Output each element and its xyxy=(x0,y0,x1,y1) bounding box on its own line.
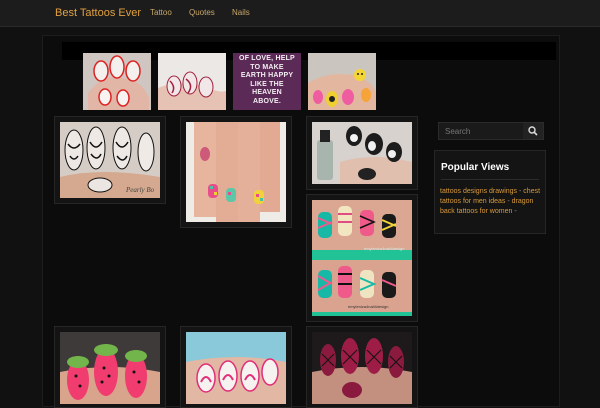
divider xyxy=(441,179,539,180)
quote-line: OF LOVE, HELP xyxy=(239,55,295,62)
post-card[interactable]: Pearly Bo xyxy=(54,116,166,204)
nail-art-image xyxy=(312,332,412,404)
image-watermark-text: emyleniza4nail4design xyxy=(364,246,404,251)
post-image xyxy=(186,122,286,222)
search-input[interactable] xyxy=(439,123,525,139)
featured-thumb-quote[interactable]: OF LOVE, HELP TO MAKE EARTH HAPPY LIKE T… xyxy=(233,53,301,110)
popular-views-list: tattoos designs drawings - chest tattoos… xyxy=(440,187,544,217)
link-separator: - xyxy=(514,208,517,215)
link-separator: - xyxy=(507,198,510,205)
image-watermark-text: emyleniza4nail4design xyxy=(348,304,388,309)
post-image: Pearly Bo xyxy=(60,122,160,198)
quote-text: OF LOVE, HELP TO MAKE EARTH HAPPY LIKE T… xyxy=(233,55,301,107)
search-icon xyxy=(528,126,538,136)
nail-art-image: emyleniza4nail4design emyleniza4nail4des… xyxy=(312,200,412,316)
nail-art-image xyxy=(158,53,226,110)
quote-line: EARTH HAPPY xyxy=(240,72,294,80)
featured-thumb-1[interactable] xyxy=(83,53,151,110)
nav-item-tattoo[interactable]: Tattoo xyxy=(150,8,172,17)
popular-views-widget: Popular Views tattoos designs drawings -… xyxy=(434,150,546,234)
post-card[interactable] xyxy=(180,326,292,408)
nail-art-image: Pearly Bo xyxy=(60,122,160,198)
post-card[interactable] xyxy=(180,116,292,228)
quote-line: TO MAKE xyxy=(250,63,284,71)
image-signature-text: Pearly Bo xyxy=(125,186,155,194)
quote-line: LIKE THE xyxy=(250,80,284,88)
nail-art-image xyxy=(312,122,412,184)
post-image xyxy=(312,122,412,184)
post-card[interactable]: emyleniza4nail4design emyleniza4nail4des… xyxy=(306,194,418,322)
nav-item-nails[interactable]: Nails xyxy=(232,8,250,17)
site-title[interactable]: Best Tattoos Ever xyxy=(55,7,141,19)
nail-art-image xyxy=(83,53,151,110)
widget-title: Popular Views xyxy=(441,162,510,173)
nav-item-quotes[interactable]: Quotes xyxy=(189,8,215,17)
quote-line: ABOVE. xyxy=(252,97,282,105)
post-card[interactable] xyxy=(54,326,166,408)
featured-thumb-2[interactable] xyxy=(158,53,226,110)
nail-art-image xyxy=(308,53,376,110)
nail-art-image xyxy=(60,332,160,404)
nail-art-image xyxy=(186,122,286,222)
post-card[interactable] xyxy=(306,116,418,190)
post-card[interactable] xyxy=(306,326,418,408)
post-image xyxy=(186,332,286,404)
search-box xyxy=(438,122,544,140)
link-separator: - xyxy=(519,188,522,195)
nail-art-image xyxy=(186,332,286,404)
popular-link[interactable]: tattoos designs drawings xyxy=(440,188,517,195)
search-button[interactable] xyxy=(523,123,543,139)
quote-line: HEAVEN xyxy=(252,89,282,97)
top-navbar: Best Tattoos Ever Tattoo Quotes Nails xyxy=(0,0,600,27)
post-image xyxy=(60,332,160,404)
post-image: emyleniza4nail4design emyleniza4nail4des… xyxy=(312,200,412,316)
featured-thumb-4[interactable] xyxy=(308,53,376,110)
post-image xyxy=(312,332,412,404)
